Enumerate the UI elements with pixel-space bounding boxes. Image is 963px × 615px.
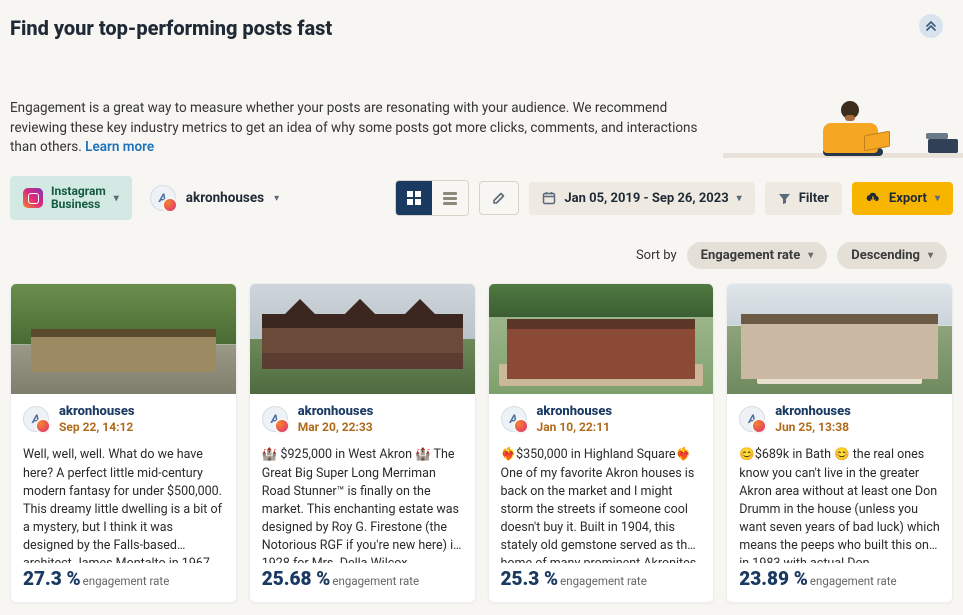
post-avatar: A [23,406,49,432]
engagement-metric: 27.3 %engagement rate [11,563,236,602]
sort-metric-selector[interactable]: Engagement rate ▾ [687,242,828,269]
post-card[interactable]: A akronhouses Jan 10, 22:11 ❤️‍🔥$350,000… [488,283,715,603]
post-image [250,284,475,394]
account-avatar: A [150,185,176,211]
chevron-down-icon: ▾ [114,193,119,204]
post-author: akronhouses [537,404,613,419]
header: Find your top-performing posts fast [10,12,953,40]
filter-icon [778,192,791,205]
engagement-metric: 23.89 %engagement rate [727,563,952,602]
collapse-button[interactable] [919,14,943,38]
post-avatar: A [739,406,765,432]
header-illustration [730,80,953,158]
post-card[interactable]: A akronhouses Sep 22, 14:12 Well, well, … [10,283,237,603]
account-selector[interactable]: A akronhouses ▾ [142,179,287,217]
instagram-icon [23,188,43,208]
post-author: akronhouses [775,404,851,419]
calendar-icon [542,191,556,205]
list-view-button[interactable] [432,181,468,215]
post-timestamp: Jan 10, 22:11 [537,420,613,434]
post-excerpt: Well, well, well. What do we have here? … [11,438,236,563]
post-timestamp: Mar 20, 22:33 [298,420,374,434]
chevron-down-icon: ▾ [808,250,813,261]
page-title: Find your top-performing posts fast [10,16,953,40]
post-avatar: A [262,406,288,432]
post-excerpt: ❤️‍🔥$350,000 in Highland Square❤️‍🔥 One … [489,438,714,563]
page-description: Engagement is a great way to measure whe… [10,99,710,158]
view-toggle [395,180,469,216]
list-icon [443,192,457,205]
chevron-down-icon: ▾ [737,193,742,204]
post-author: akronhouses [298,404,374,419]
post-timestamp: Sep 22, 14:12 [59,420,135,434]
sort-controls: Sort by Engagement rate ▾ Descending ▾ [10,242,953,269]
sort-direction-selector[interactable]: Descending ▾ [837,242,947,269]
export-button[interactable]: Export ▾ [852,182,953,215]
filter-button[interactable]: Filter [765,182,842,215]
chevron-down-icon: ▾ [935,193,940,204]
sort-by-label: Sort by [636,248,677,263]
post-author: akronhouses [59,404,135,419]
post-image [489,284,714,394]
pencil-icon [492,191,506,205]
post-image [11,284,236,394]
chevron-down-icon: ▾ [274,193,279,204]
post-grid: A akronhouses Sep 22, 14:12 Well, well, … [10,283,953,603]
channel-selector[interactable]: Instagram Business ▾ [10,176,132,220]
post-excerpt: 🏰 $925,000 in West Akron 🏰 The Great Big… [250,438,475,563]
learn-more-link[interactable]: Learn more [85,139,154,155]
post-timestamp: Jun 25, 13:38 [775,420,851,434]
chevron-down-icon: ▾ [928,250,933,261]
post-card[interactable]: A akronhouses Jun 25, 13:38 😊$689k in Ba… [726,283,953,603]
engagement-metric: 25.3 %engagement rate [489,563,714,602]
grid-view-button[interactable] [396,181,432,215]
date-range-selector[interactable]: Jan 05, 2019 - Sep 26, 2023 ▾ [529,182,754,215]
engagement-metric: 25.68 %engagement rate [250,563,475,602]
chevron-double-up-icon [926,21,936,31]
post-avatar: A [501,406,527,432]
post-excerpt: 😊$689k in Bath 😊 the real ones know you … [727,438,952,563]
toolbar: Instagram Business ▾ A akronhouses ▾ [10,176,953,220]
post-image [727,284,952,394]
edit-columns-button[interactable] [479,181,519,215]
post-card[interactable]: A akronhouses Mar 20, 22:33 🏰 $925,000 i… [249,283,476,603]
grid-icon [407,191,421,205]
cloud-download-icon [865,192,881,204]
